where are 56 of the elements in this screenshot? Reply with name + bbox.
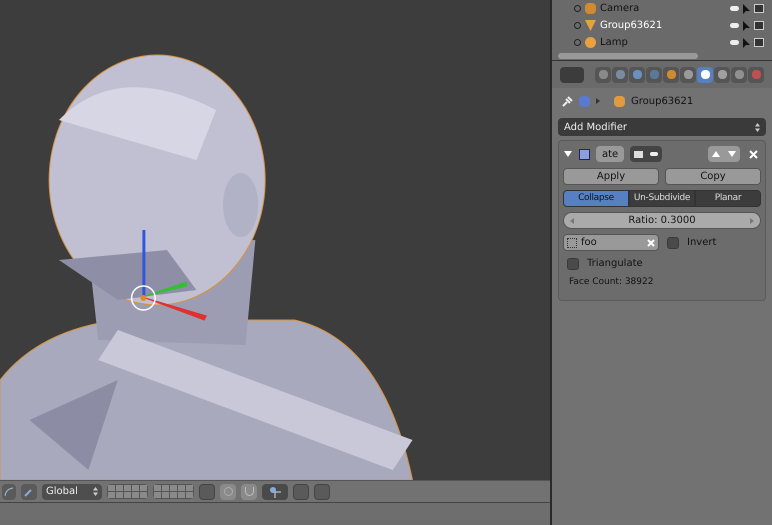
eye-icon[interactable] (646, 146, 662, 162)
face-count: Face Count: 38922 (568, 276, 654, 289)
snap-target-icon[interactable] (262, 484, 288, 500)
properties-tab[interactable] (612, 66, 628, 82)
properties-tab[interactable] (595, 66, 611, 82)
editor-type-icon[interactable] (560, 66, 584, 82)
outliner-item[interactable]: Group63621 (600, 18, 680, 33)
close-icon[interactable] (749, 150, 758, 158)
triangulate-checkbox[interactable] (567, 258, 579, 270)
proportional-icon[interactable] (220, 484, 236, 500)
move-up-icon[interactable] (712, 150, 720, 158)
collapse-triangle-icon[interactable] (564, 150, 572, 158)
triangulate-label: Triangulate (587, 257, 643, 271)
ratio-value: Ratio: 0.3000 (628, 214, 696, 228)
outliner-item[interactable]: Lamp (600, 35, 680, 50)
increment-arrow-icon[interactable] (750, 218, 754, 224)
mode-tab[interactable]: Un-Subdivide (629, 190, 695, 207)
decrement-arrow-icon[interactable] (570, 218, 574, 224)
layer-grid[interactable] (107, 484, 148, 499)
outliner-item[interactable]: Camera (600, 1, 680, 16)
brush-icon[interactable] (21, 484, 37, 500)
magnet-icon[interactable] (241, 484, 257, 500)
modifier-action-button[interactable]: Copy (665, 168, 761, 185)
properties-tab[interactable] (731, 66, 747, 82)
properties-tab[interactable] (714, 66, 730, 82)
eye-icon[interactable] (730, 6, 739, 11)
pin-icon[interactable] (562, 96, 573, 106)
invert-label: Invert (687, 236, 716, 250)
modifier-name-field[interactable]: ate (596, 146, 624, 162)
mode-tab[interactable]: Collapse (563, 190, 629, 207)
properties-tab[interactable] (697, 66, 713, 82)
properties-tab[interactable] (680, 66, 696, 82)
modifier-action-button[interactable]: Apply (563, 168, 659, 185)
scrollbar[interactable] (558, 53, 698, 59)
breadcrumb-object: Group63621 (631, 94, 694, 108)
eye-icon[interactable] (730, 40, 739, 45)
properties-tab[interactable] (629, 66, 645, 82)
ratio-number-field[interactable]: Ratio: 0.3000 (563, 212, 761, 229)
up-down-icon (93, 487, 98, 496)
expand-icon[interactable] (574, 5, 581, 12)
move-down-icon[interactable] (728, 150, 736, 158)
arrow-icon (596, 98, 600, 104)
orientation-dropdown[interactable]: Global (42, 484, 102, 500)
layer-grid[interactable] (153, 484, 194, 499)
render-toggle-icon[interactable] (630, 146, 646, 162)
vertex-group-field[interactable]: foo (563, 234, 659, 251)
eye-icon[interactable] (730, 23, 739, 28)
up-down-icon (755, 122, 760, 132)
properties-tab[interactable] (663, 66, 679, 82)
invert-checkbox[interactable] (667, 236, 679, 248)
expand-icon[interactable] (574, 39, 581, 46)
expand-icon[interactable] (574, 22, 581, 29)
curve-icon[interactable] (2, 484, 16, 500)
mode-tab[interactable]: Planar (695, 190, 761, 207)
add-modifier-dropdown[interactable]: Add Modifier (558, 118, 766, 136)
clear-icon[interactable] (647, 238, 655, 246)
